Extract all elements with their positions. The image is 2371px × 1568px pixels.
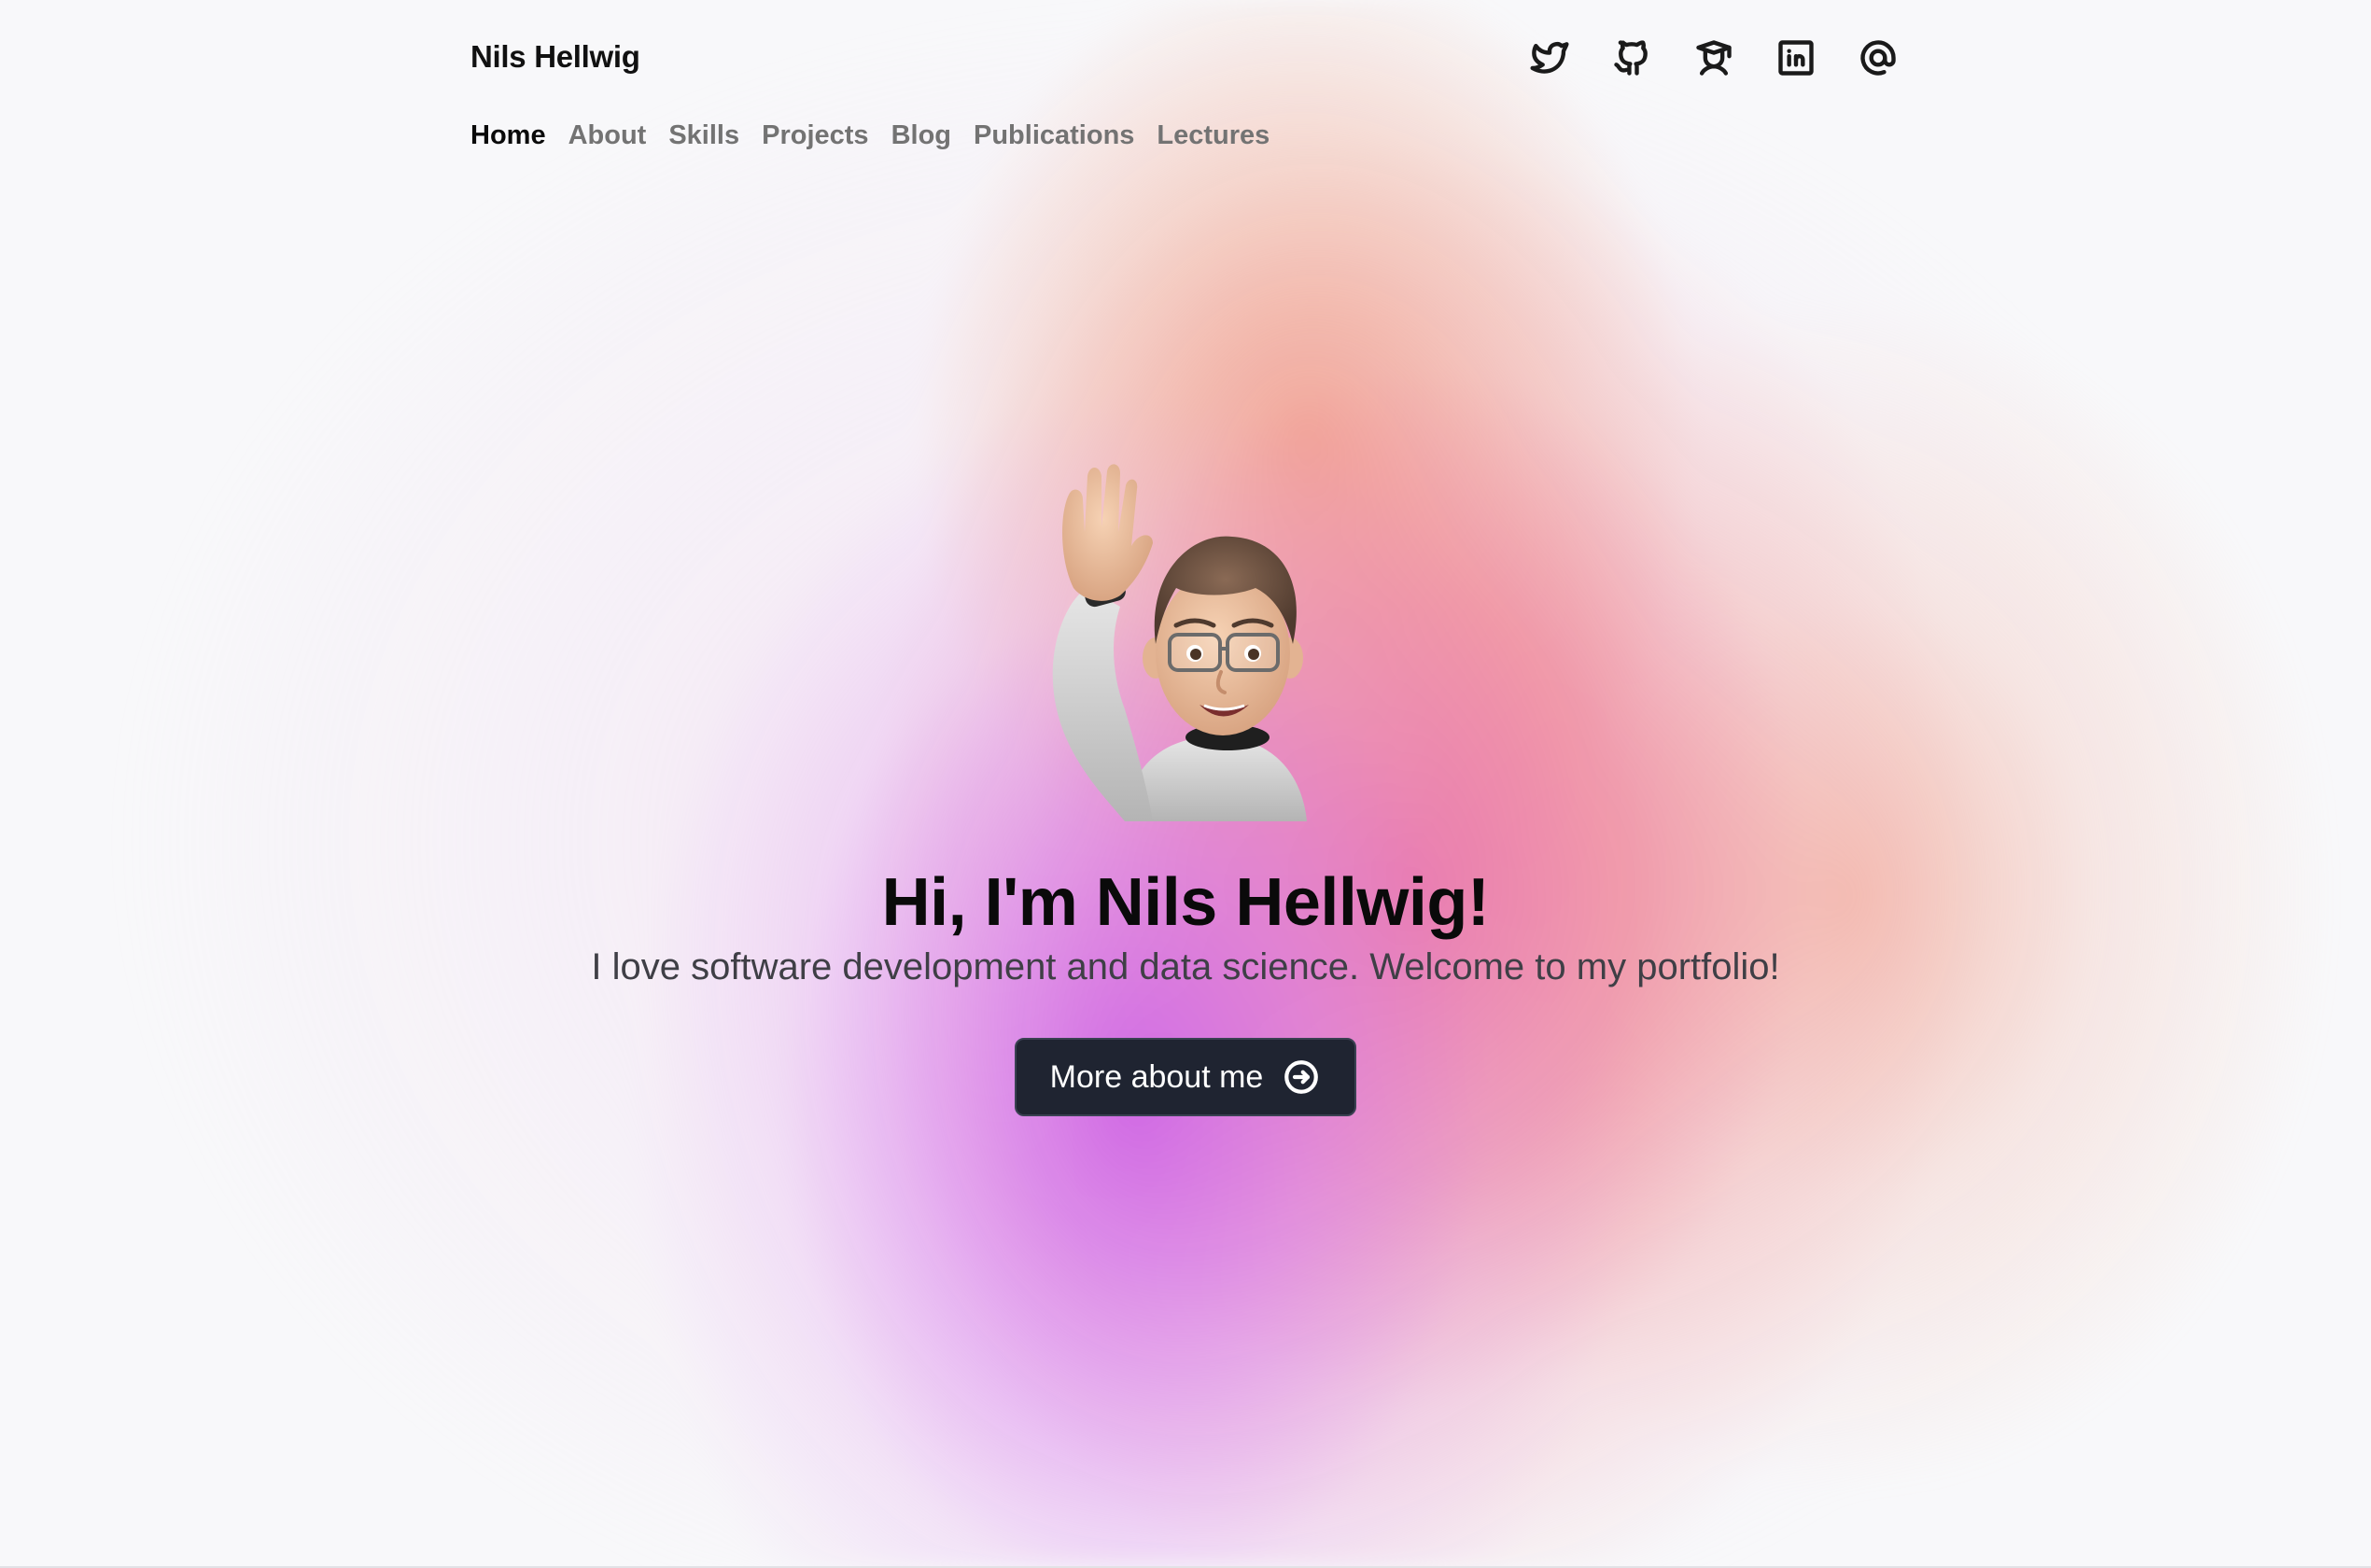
- hero-title: Hi, I'm Nils Hellwig!: [881, 865, 1490, 940]
- nav-lectures[interactable]: Lectures: [1157, 117, 1270, 154]
- nav-home[interactable]: Home: [470, 117, 546, 154]
- more-about-me-button[interactable]: More about me: [1014, 1038, 1357, 1116]
- nav-about[interactable]: About: [568, 117, 647, 154]
- hero-section: Hi, I'm Nils Hellwig! I love software de…: [0, 457, 2371, 1116]
- scholar-cap-icon: [1696, 40, 1732, 76]
- social-links: [1529, 37, 1899, 78]
- waving-avatar-image: [1052, 464, 1307, 821]
- arrow-right-circle-icon: [1284, 1060, 1319, 1094]
- twitter-icon: [1530, 41, 1569, 74]
- github-link[interactable]: [1611, 37, 1652, 78]
- main-nav: Home About Skills Projects Blog Publicat…: [470, 117, 1270, 154]
- at-email-icon: [1860, 40, 1896, 76]
- hero-subtitle: I love software development and data sci…: [591, 946, 1780, 987]
- linkedin-link[interactable]: [1775, 37, 1817, 78]
- email-link[interactable]: [1858, 37, 1899, 78]
- linkedin-icon: [1778, 40, 1814, 76]
- nav-publications[interactable]: Publications: [974, 117, 1134, 154]
- site-header: Nils Hellwig: [470, 37, 1899, 112]
- scholar-link[interactable]: [1693, 37, 1734, 78]
- more-about-me-label: More about me: [1049, 1058, 1264, 1095]
- nav-skills[interactable]: Skills: [668, 117, 739, 154]
- site-title[interactable]: Nils Hellwig: [470, 37, 640, 77]
- nav-projects[interactable]: Projects: [762, 117, 868, 154]
- twitter-link[interactable]: [1529, 37, 1570, 78]
- github-icon: [1614, 40, 1648, 76]
- nav-blog[interactable]: Blog: [891, 117, 951, 154]
